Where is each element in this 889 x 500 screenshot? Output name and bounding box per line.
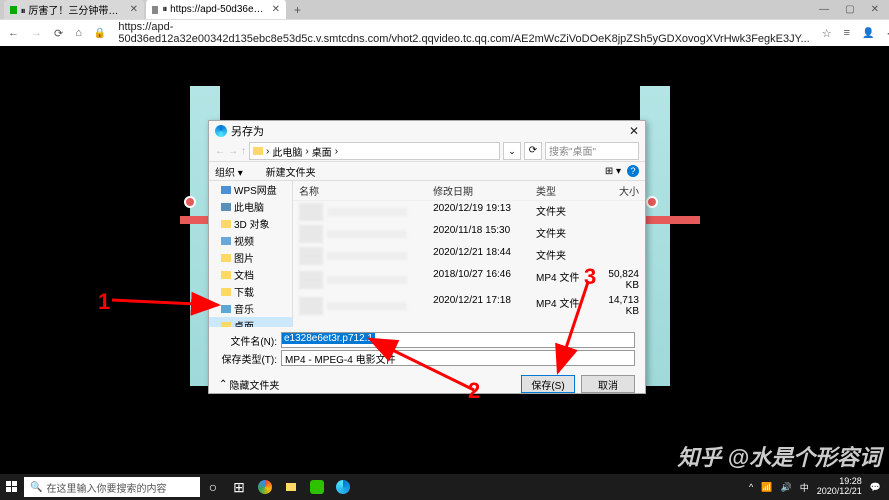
edge-icon — [215, 125, 227, 137]
close-icon[interactable]: ✕ — [272, 4, 280, 15]
watermark: 知乎 @水是个形容词 — [677, 440, 881, 472]
close-icon[interactable]: ✕ — [130, 4, 138, 15]
explorer-icon[interactable] — [278, 474, 304, 500]
close-button[interactable]: ✕ — [629, 124, 639, 138]
column-size[interactable]: 大小 — [592, 183, 645, 198]
tray-up-icon[interactable]: ^ — [749, 482, 753, 492]
tree-item-pic[interactable]: 图片 — [209, 249, 292, 266]
tab-2[interactable]: ⏸ https://apd-50d36ed12a32... ✕ — [146, 0, 286, 19]
column-name[interactable]: 名称 — [293, 183, 433, 198]
file-row[interactable]: 2020/11/18 15:30文件夹 — [293, 223, 645, 245]
tree-item-3d[interactable]: 3D 对象 — [209, 215, 292, 232]
folder-search-input[interactable]: 搜索"桌面" — [545, 142, 639, 160]
chrome-icon[interactable] — [252, 474, 278, 500]
tray-ime-icon[interactable]: 中 — [800, 481, 809, 494]
folder-tree[interactable]: WPS网盘此电脑3D 对象视频图片文档下载音乐桌面Windows (C:) — [209, 181, 293, 327]
address-bar-row: ← → ⟳ ⌂ 🔒 https://apd-50d36ed12a32e00342… — [0, 19, 889, 46]
maximize-button[interactable]: ▢ — [845, 4, 854, 15]
lock-icon: 🔒 — [94, 28, 106, 39]
doc-icon — [152, 6, 158, 14]
wps-icon — [221, 186, 231, 194]
vid-icon — [221, 237, 231, 245]
column-date[interactable]: 修改日期 — [433, 183, 536, 198]
reload-button[interactable]: ⟳ — [54, 27, 63, 40]
tree-item-desk[interactable]: 桌面 — [209, 317, 292, 327]
new-tab-button[interactable]: + — [288, 3, 307, 17]
path-seg-3: › — [335, 146, 338, 157]
filename-input[interactable]: e1328e6et3r.p712.1 — [281, 332, 635, 348]
tree-item-vid[interactable]: 视频 — [209, 232, 292, 249]
browser-chrome: ⏸ 厉害了！三分钟带你读懂中 ✕ ⏸ https://apd-50d36ed12… — [0, 0, 889, 46]
favorites-button[interactable]: ≡ — [844, 27, 850, 39]
path-seg-desk[interactable]: 桌面 — [312, 144, 332, 159]
url-input[interactable]: https://apd-50d36ed12a32e00342d135ebc8e5… — [118, 21, 809, 45]
cortana-icon[interactable]: ○ — [200, 474, 226, 500]
tree-item-mus[interactable]: 音乐 — [209, 300, 292, 317]
tree-item-wps[interactable]: WPS网盘 — [209, 181, 292, 198]
column-type[interactable]: 类型 — [536, 183, 592, 198]
filetype-label: 保存类型(T): — [219, 351, 281, 366]
nav-back-button[interactable]: ← — [215, 146, 225, 157]
pc-icon — [221, 203, 231, 211]
3d-icon — [221, 220, 231, 228]
star-button[interactable]: ☆ — [822, 27, 832, 40]
minimize-button[interactable]: — — [819, 4, 829, 15]
view-button[interactable]: ⊞ ▾ — [605, 166, 621, 177]
tab-strip: ⏸ 厉害了！三分钟带你读懂中 ✕ ⏸ https://apd-50d36ed12… — [0, 0, 889, 19]
doc-icon — [221, 271, 231, 279]
tab-1[interactable]: ⏸ 厉害了！三分钟带你读懂中 ✕ — [4, 0, 144, 19]
tab-2-title: ⏸ https://apd-50d36ed12a32... — [162, 4, 267, 15]
dialog-title: 另存为 — [231, 123, 264, 139]
path-seg-pc[interactable]: 此电脑 — [272, 144, 302, 159]
file-row[interactable]: 2020/12/21 18:44文件夹 — [293, 245, 645, 267]
mus-icon — [221, 305, 231, 313]
start-button[interactable] — [0, 474, 24, 500]
nav-forward-button[interactable]: → — [228, 146, 238, 157]
path-seg-2: › — [305, 146, 308, 157]
refresh-button[interactable]: ⟳ — [524, 142, 542, 160]
taskbar: 🔍在这里输入你要搜索的内容 ○ ⊞ ^ 📶 🔊 中 19:282020/12/2… — [0, 474, 889, 500]
tree-item-dl[interactable]: 下载 — [209, 283, 292, 300]
close-button[interactable]: ✕ — [871, 4, 879, 15]
path-seg-1: › — [266, 146, 269, 157]
save-button[interactable]: 保存(S) — [521, 375, 575, 393]
file-list[interactable]: 名称 修改日期 类型 大小 2020/12/19 19:13文件夹2020/11… — [293, 181, 645, 327]
pic-icon — [221, 254, 231, 262]
tree-item-doc[interactable]: 文档 — [209, 266, 292, 283]
forward-button[interactable]: → — [31, 27, 42, 39]
filetype-select[interactable]: MP4 - MPEG-4 电影文件 — [281, 350, 635, 366]
file-row[interactable]: 2018/10/27 16:46MP4 文件50,824 KB — [293, 267, 645, 293]
folder-icon — [253, 147, 263, 155]
home-button[interactable]: ⌂ — [75, 27, 82, 39]
organize-menu[interactable]: 组织 ▾ — [215, 164, 243, 179]
edge-icon[interactable] — [330, 474, 356, 500]
wechat-icon[interactable] — [304, 474, 330, 500]
tree-item-pc[interactable]: 此电脑 — [209, 198, 292, 215]
tab-1-title: ⏸ 厉害了！三分钟带你读懂中 — [21, 2, 126, 17]
dl-icon — [221, 288, 231, 296]
nav-up-button[interactable]: ↑ — [241, 146, 246, 157]
file-row[interactable]: 2020/12/19 19:13文件夹 — [293, 201, 645, 223]
hide-folders-toggle[interactable]: ⌃隐藏文件夹 — [219, 375, 279, 393]
profile-button[interactable]: 👤 — [862, 28, 874, 39]
path-input[interactable]: › 此电脑 › 桌面 › — [249, 142, 500, 160]
path-dropdown-button[interactable]: ⌄ — [503, 142, 521, 160]
save-as-dialog: 另存为 ✕ ← → ↑ › 此电脑 › 桌面 › ⌄ ⟳ 搜索"桌面" 组织 ▾… — [208, 120, 646, 394]
file-row[interactable]: 2020/12/21 17:18MP4 文件14,713 KB — [293, 293, 645, 319]
wechat-icon — [10, 6, 17, 14]
tray-clock[interactable]: 19:282020/12/21 — [817, 477, 862, 497]
tray-notif-icon[interactable]: 💬 — [870, 482, 881, 493]
help-button[interactable]: ? — [627, 165, 639, 177]
tray-net-icon[interactable]: 📶 — [761, 482, 772, 493]
back-button[interactable]: ← — [8, 27, 19, 39]
taskbar-search-input[interactable]: 🔍在这里输入你要搜索的内容 — [24, 477, 200, 497]
cancel-button[interactable]: 取消 — [581, 375, 635, 393]
annotation-1: 1 — [98, 289, 110, 315]
filename-label: 文件名(N): — [219, 333, 281, 348]
new-folder-button[interactable]: 新建文件夹 — [266, 164, 316, 179]
tray-vol-icon[interactable]: 🔊 — [781, 482, 792, 493]
taskview-icon[interactable]: ⊞ — [226, 474, 252, 500]
desk-icon — [221, 322, 231, 328]
